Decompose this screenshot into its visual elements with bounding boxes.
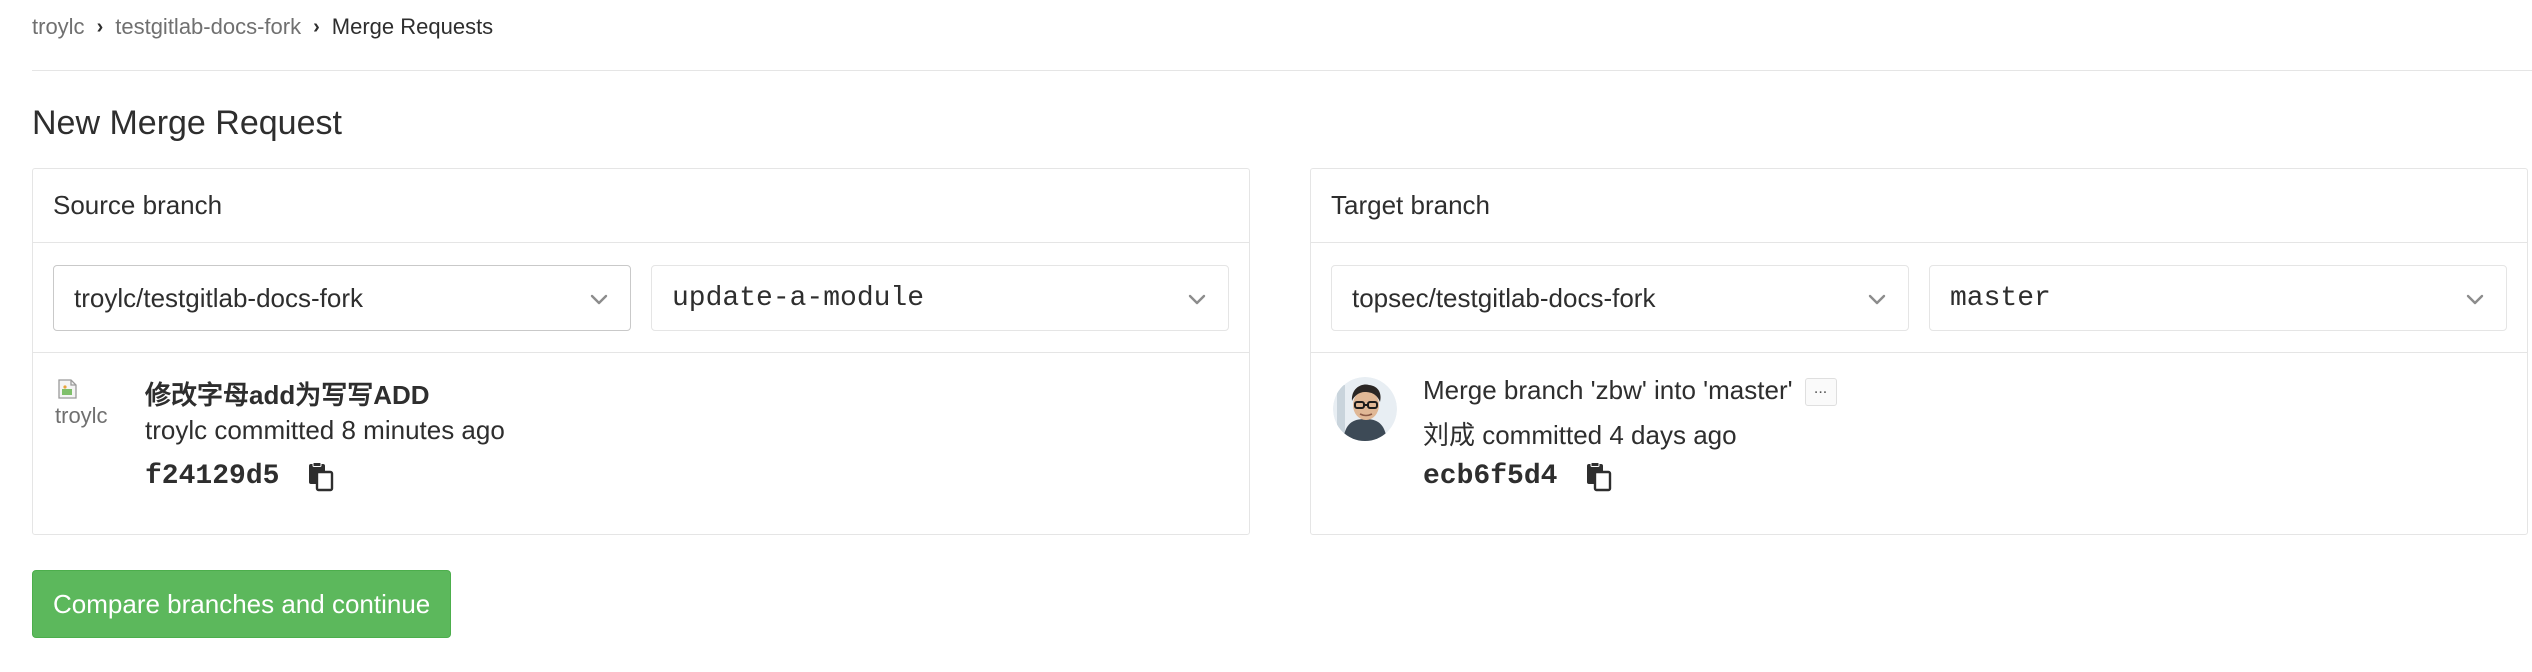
target-project-select[interactable]: topsec/testgitlab-docs-fork bbox=[1331, 265, 1909, 331]
source-branch-selectors: troylc/testgitlab-docs-fork update-a-mod… bbox=[33, 243, 1249, 353]
copy-icon[interactable] bbox=[1585, 461, 1613, 492]
chevron-down-icon bbox=[2466, 294, 2484, 305]
avatar[interactable] bbox=[1333, 377, 1397, 441]
compare-branches-button[interactable]: Compare branches and continue bbox=[32, 570, 452, 638]
commit-sha-link[interactable]: f24129d5 bbox=[145, 461, 279, 492]
commit-sha-link[interactable]: ecb6f5d4 bbox=[1423, 461, 1557, 492]
avatar-alt-text: troylc bbox=[55, 403, 108, 428]
chevron-down-icon bbox=[590, 294, 608, 305]
target-branch-header: Target branch bbox=[1311, 169, 2527, 243]
avatar-portrait-icon bbox=[1333, 377, 1397, 441]
target-branch-selectors: topsec/testgitlab-docs-fork master bbox=[1311, 243, 2527, 353]
chevron-down-icon bbox=[1188, 294, 1206, 305]
commit-title-link[interactable]: Merge branch 'zbw' into 'master' bbox=[1423, 375, 1793, 405]
breadcrumb-user-link[interactable]: troylc bbox=[32, 14, 85, 40]
breadcrumb-separator-icon: › bbox=[96, 15, 104, 38]
source-branch-value: update-a-module bbox=[672, 282, 925, 314]
commit-title-row: Merge branch 'zbw' into 'master'... bbox=[1423, 375, 1837, 407]
source-branch-panel: Source branch troylc/testgitlab-docs-for… bbox=[32, 168, 1250, 535]
target-branch-value: master bbox=[1950, 282, 2051, 314]
target-branch-select[interactable]: master bbox=[1929, 265, 2507, 331]
target-commit: Merge branch 'zbw' into 'master'... 刘成 c… bbox=[1311, 353, 2527, 534]
source-branch-select[interactable]: update-a-module bbox=[651, 265, 1229, 331]
commit-sha-row: ecb6f5d4 bbox=[1423, 461, 1613, 492]
breadcrumb-current-link[interactable]: Merge Requests bbox=[332, 14, 493, 40]
commit-title-link[interactable]: 修改字母add为写写ADD bbox=[145, 375, 430, 412]
copy-icon[interactable] bbox=[307, 461, 335, 492]
avatar[interactable]: troylc bbox=[55, 377, 117, 441]
expand-message-button[interactable]: ... bbox=[1804, 378, 1837, 407]
commit-sha-row: f24129d5 bbox=[145, 461, 335, 492]
source-commit: troylc 修改字母add为写写ADD troylc committed 8 … bbox=[33, 353, 1249, 534]
page-title: New Merge Request bbox=[32, 104, 342, 142]
header-divider bbox=[32, 70, 2532, 71]
commit-meta: 刘成 committed 4 days ago bbox=[1423, 420, 1737, 450]
source-branch-header: Source branch bbox=[33, 169, 1249, 243]
chevron-down-icon bbox=[1868, 294, 1886, 305]
broken-image-icon bbox=[58, 379, 77, 399]
breadcrumb: troylc › testgitlab-docs-fork › Merge Re… bbox=[32, 12, 493, 42]
source-project-value: troylc/testgitlab-docs-fork bbox=[74, 282, 363, 313]
breadcrumb-project-link[interactable]: testgitlab-docs-fork bbox=[115, 14, 301, 40]
commit-meta: troylc committed 8 minutes ago bbox=[145, 415, 505, 445]
source-project-select[interactable]: troylc/testgitlab-docs-fork bbox=[53, 265, 631, 331]
target-project-value: topsec/testgitlab-docs-fork bbox=[1352, 282, 1656, 313]
target-branch-panel: Target branch topsec/testgitlab-docs-for… bbox=[1310, 168, 2528, 535]
breadcrumb-separator-icon: › bbox=[313, 15, 320, 38]
